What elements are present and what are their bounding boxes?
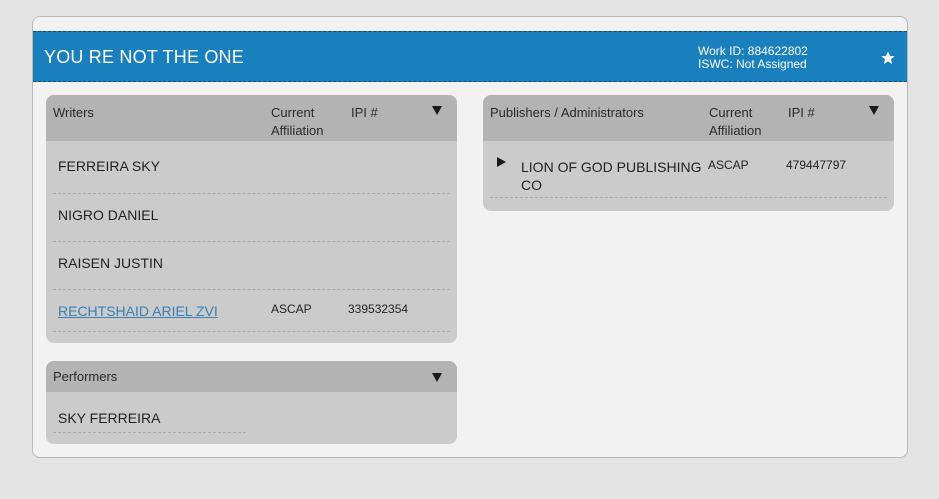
writer-row: RAISEN JUSTIN — [53, 242, 450, 290]
publisher-name-line2: CO — [521, 177, 542, 193]
work-title: YOU RE NOT THE ONE — [44, 47, 244, 67]
writers-column-label: Writers — [53, 105, 94, 120]
star-icon[interactable] — [881, 51, 895, 65]
ipi-column-label: IPI # — [788, 105, 815, 120]
affiliation-label-line1: Current — [271, 105, 315, 120]
writers-header: Writers Current Affiliation IPI # — [46, 95, 457, 141]
writer-name: FERREIRA SKY — [58, 158, 160, 174]
affiliation-column-label: Current Affiliation — [271, 104, 324, 140]
work-title-banner: YOU RE NOT THE ONE Work ID: 884622802 IS… — [33, 31, 907, 82]
writer-name: NIGRO DANIEL — [58, 207, 159, 223]
publishers-panel: Publishers / Administrators Current Affi… — [483, 95, 894, 211]
performers-column-label: Performers — [53, 369, 118, 384]
writers-panel: Writers Current Affiliation IPI # FERREI… — [46, 95, 457, 343]
work-detail-card: YOU RE NOT THE ONE Work ID: 884622802 IS… — [32, 16, 908, 458]
expand-arrow-icon[interactable] — [497, 157, 506, 167]
writer-name-link[interactable]: RECHTSHAID ARIEL ZVI — [58, 303, 218, 319]
chevron-down-icon[interactable] — [432, 106, 442, 115]
chevron-down-icon[interactable] — [869, 106, 879, 115]
ipi-column-label: IPI # — [351, 105, 378, 120]
writer-row: NIGRO DANIEL — [53, 194, 450, 242]
publisher-affiliation: ASCAP — [708, 158, 749, 172]
writer-row: RECHTSHAID ARIEL ZVI ASCAP 339532354 — [53, 290, 450, 332]
iswc: ISWC: Not Assigned — [698, 57, 807, 71]
publisher-name-line1: LION OF GOD PUBLISHING — [521, 159, 702, 175]
publishers-column-label: Publishers / Administrators — [490, 105, 644, 120]
writer-name: RAISEN JUSTIN — [58, 255, 164, 271]
affiliation-label-line2: Affiliation — [271, 123, 324, 138]
chevron-down-icon[interactable] — [432, 373, 442, 382]
publishers-header: Publishers / Administrators Current Affi… — [483, 95, 894, 141]
work-identifiers: Work ID: 884622802 ISWC: Not Assigned — [698, 45, 808, 71]
writer-ipi: 339532354 — [348, 302, 409, 316]
publisher-ipi: 479447797 — [786, 158, 847, 172]
writer-row: FERREIRA SKY — [53, 141, 450, 194]
affiliation-column-label: Current Affiliation — [709, 104, 762, 140]
performers-header: Performers — [46, 361, 457, 392]
affiliation-label-line1: Current — [709, 105, 753, 120]
performer-name: SKY FERREIRA — [58, 410, 161, 426]
publisher-name: LION OF GOD PUBLISHING CO — [521, 158, 701, 194]
performer-row: SKY FERREIRA — [53, 392, 246, 433]
publisher-row: LION OF GOD PUBLISHING CO ASCAP 47944779… — [490, 141, 887, 198]
writer-affiliation: ASCAP — [271, 302, 312, 316]
affiliation-label-line2: Affiliation — [709, 123, 762, 138]
performers-panel: Performers SKY FERREIRA — [46, 361, 457, 444]
